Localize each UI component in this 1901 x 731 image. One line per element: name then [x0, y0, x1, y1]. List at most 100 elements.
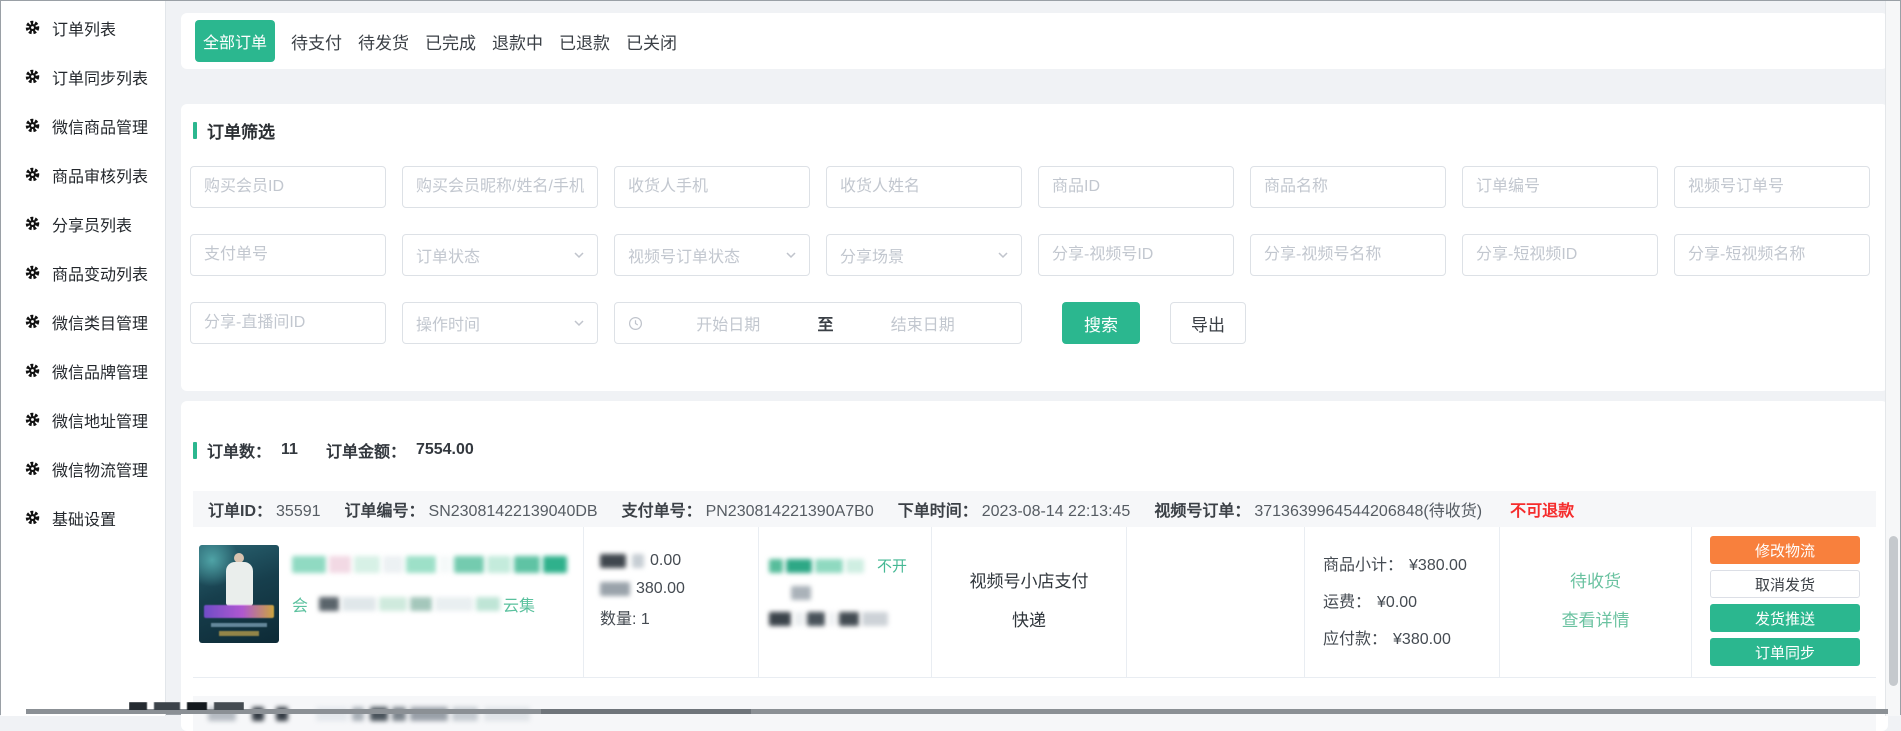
subtotal-line: 商品小计：¥380.00 — [1323, 551, 1499, 575]
channels-order-no-input[interactable] — [1674, 166, 1870, 208]
buyer-name-input[interactable] — [402, 166, 598, 208]
sidebar-item-label: 订单同步列表 — [52, 65, 148, 89]
price-fragment: 0.00 — [650, 552, 681, 570]
order-count-value: 11 — [281, 441, 298, 459]
sidebar: 订单列表 订单同步列表 微信商品管理 商品审核列表 分享员列表 商品变动列表 微… — [1, 1, 166, 716]
order-price-cell: 0.00 380.00 数量: 1 — [583, 527, 758, 677]
filter-row-2: 订单状态 视频号订单状态 分享场景 — [190, 234, 1879, 276]
order-actions-cell: 修改物流 取消发货 发货推送 订单同步 — [1691, 527, 1876, 677]
order-channels-no: 视频号订单：3713639964544206848(待收货) — [1154, 497, 1482, 521]
tab-all-orders[interactable]: 全部订单 — [195, 20, 275, 62]
order-filter-panel: 订单筛选 订单状态 视频号订单状态 分享场景 — [181, 104, 1888, 391]
tab-refunded[interactable]: 已退款 — [559, 29, 610, 54]
chevron-down-icon — [573, 249, 585, 261]
sidebar-item-order-sync-list[interactable]: 订单同步列表 — [1, 52, 165, 101]
horizontal-scrollbar-thumb[interactable] — [541, 709, 751, 714]
vertical-scrollbar[interactable] — [1885, 1, 1900, 716]
sidebar-item-wechat-address[interactable]: 微信地址管理 — [1, 395, 165, 444]
order-status-tabs: 全部订单 待支付 待发货 已完成 退款中 已退款 已关闭 — [181, 13, 1888, 69]
pay-sn-input[interactable] — [190, 234, 386, 276]
date-start-placeholder: 开始日期 — [643, 311, 814, 335]
search-button[interactable]: 搜索 — [1062, 302, 1140, 344]
order-header-bar: 订单ID：35591 订单编号：SN23081422139040DB 支付单号：… — [193, 491, 1876, 527]
product-title-fragment: 云集 — [503, 592, 535, 616]
order-status-cell: 待收货 查看详情 — [1499, 527, 1691, 677]
gear-icon — [25, 20, 40, 35]
payment-method: 视频号小店支付 — [932, 567, 1126, 592]
sidebar-item-label: 基础设置 — [52, 506, 116, 530]
freight-line: 运费：¥0.00 — [1323, 588, 1499, 612]
horizontal-scrollbar[interactable] — [26, 709, 1888, 714]
section-accent-bar — [193, 122, 197, 139]
no-refund-flag: 不可退款 — [1510, 497, 1574, 521]
sidebar-item-sharer-list[interactable]: 分享员列表 — [1, 199, 165, 248]
date-range-picker[interactable]: 开始日期 至 结束日期 — [614, 302, 1022, 344]
product-image — [199, 545, 279, 643]
gear-icon — [25, 265, 40, 280]
receiver-phone-input[interactable] — [614, 166, 810, 208]
modify-logistics-button[interactable]: 修改物流 — [1710, 536, 1860, 564]
order-time: 下单时间：2023-08-14 22:13:45 — [898, 497, 1131, 521]
sidebar-item-wechat-goods[interactable]: 微信商品管理 — [1, 101, 165, 150]
share-scene-select[interactable]: 分享场景 — [826, 234, 1022, 276]
sidebar-item-label: 微信地址管理 — [52, 408, 148, 432]
tab-closed[interactable]: 已关闭 — [626, 29, 677, 54]
sidebar-item-goods-audit[interactable]: 商品审核列表 — [1, 150, 165, 199]
share-live-id-input[interactable] — [190, 302, 386, 344]
order-pay-sn: 支付单号：PN230814221390A7B0 — [622, 497, 874, 521]
goods-name-input[interactable] — [1250, 166, 1446, 208]
order-quantity: 数量: 1 — [600, 605, 650, 629]
view-detail-link[interactable]: 查看详情 — [1500, 606, 1691, 631]
product-title-fragment: 会 — [292, 592, 308, 616]
tab-pending-payment[interactable]: 待支付 — [291, 29, 342, 54]
gear-icon — [25, 363, 40, 378]
sidebar-item-wechat-brand[interactable]: 微信品牌管理 — [1, 346, 165, 395]
filter-row-1 — [190, 166, 1879, 208]
orders-summary: 订单数： 11 订单金额： 7554.00 — [193, 401, 1876, 462]
order-sn-input[interactable] — [1462, 166, 1658, 208]
tab-pending-shipment[interactable]: 待发货 — [358, 29, 409, 54]
order-sync-button[interactable]: 订单同步 — [1710, 638, 1860, 666]
date-end-placeholder: 结束日期 — [838, 311, 1009, 335]
orders-panel: 订单数： 11 订单金额： 7554.00 订单ID：35591 订单编号：SN… — [181, 401, 1888, 731]
price-fragment: 380.00 — [636, 580, 685, 598]
tab-refunding[interactable]: 退款中 — [492, 29, 543, 54]
sidebar-item-label: 微信类目管理 — [52, 310, 148, 334]
share-channels-id-input[interactable] — [1038, 234, 1234, 276]
order-row: 会 云集 0.00 — [193, 527, 1876, 678]
tab-completed[interactable]: 已完成 — [425, 29, 476, 54]
share-channels-name-input[interactable] — [1250, 234, 1446, 276]
gear-icon — [25, 69, 40, 84]
gear-icon — [25, 412, 40, 427]
filter-section-title: 订单筛选 — [190, 118, 1879, 142]
op-time-select[interactable]: 操作时间 — [402, 302, 598, 344]
chevron-down-icon — [573, 317, 585, 329]
sidebar-item-order-list[interactable]: 订单列表 — [1, 3, 165, 52]
export-button[interactable]: 导出 — [1170, 302, 1246, 344]
sidebar-item-label: 商品变动列表 — [52, 261, 148, 285]
sidebar-item-wechat-logistics[interactable]: 微信物流管理 — [1, 444, 165, 493]
sidebar-item-label: 微信商品管理 — [52, 114, 148, 138]
sidebar-item-goods-change[interactable]: 商品变动列表 — [1, 248, 165, 297]
sidebar-item-label: 微信物流管理 — [52, 457, 148, 481]
clipped-bottom-text — [129, 702, 244, 710]
cancel-shipment-button[interactable]: 取消发货 — [1710, 570, 1860, 598]
sidebar-item-wechat-category[interactable]: 微信类目管理 — [1, 297, 165, 346]
redacted-product-title: 会 云集 — [292, 545, 582, 677]
sidebar-item-basic-settings[interactable]: 基础设置 — [1, 493, 165, 542]
channels-order-status-select[interactable]: 视频号订单状态 — [614, 234, 810, 276]
buyer-text-fragment: 不开 — [877, 555, 907, 576]
receiver-name-input[interactable] — [826, 166, 1022, 208]
goods-id-input[interactable] — [1038, 166, 1234, 208]
sidebar-item-label: 分享员列表 — [52, 212, 132, 236]
order-amount-value: 7554.00 — [416, 441, 474, 459]
share-video-name-input[interactable] — [1674, 234, 1870, 276]
buyer-id-input[interactable] — [190, 166, 386, 208]
order-status-select[interactable]: 订单状态 — [402, 234, 598, 276]
gear-icon — [25, 314, 40, 329]
shipment-push-button[interactable]: 发货推送 — [1710, 604, 1860, 632]
delivery-method: 快递 — [932, 606, 1126, 631]
share-video-id-input[interactable] — [1462, 234, 1658, 276]
gear-icon — [25, 167, 40, 182]
vertical-scrollbar-thumb[interactable] — [1889, 536, 1898, 686]
